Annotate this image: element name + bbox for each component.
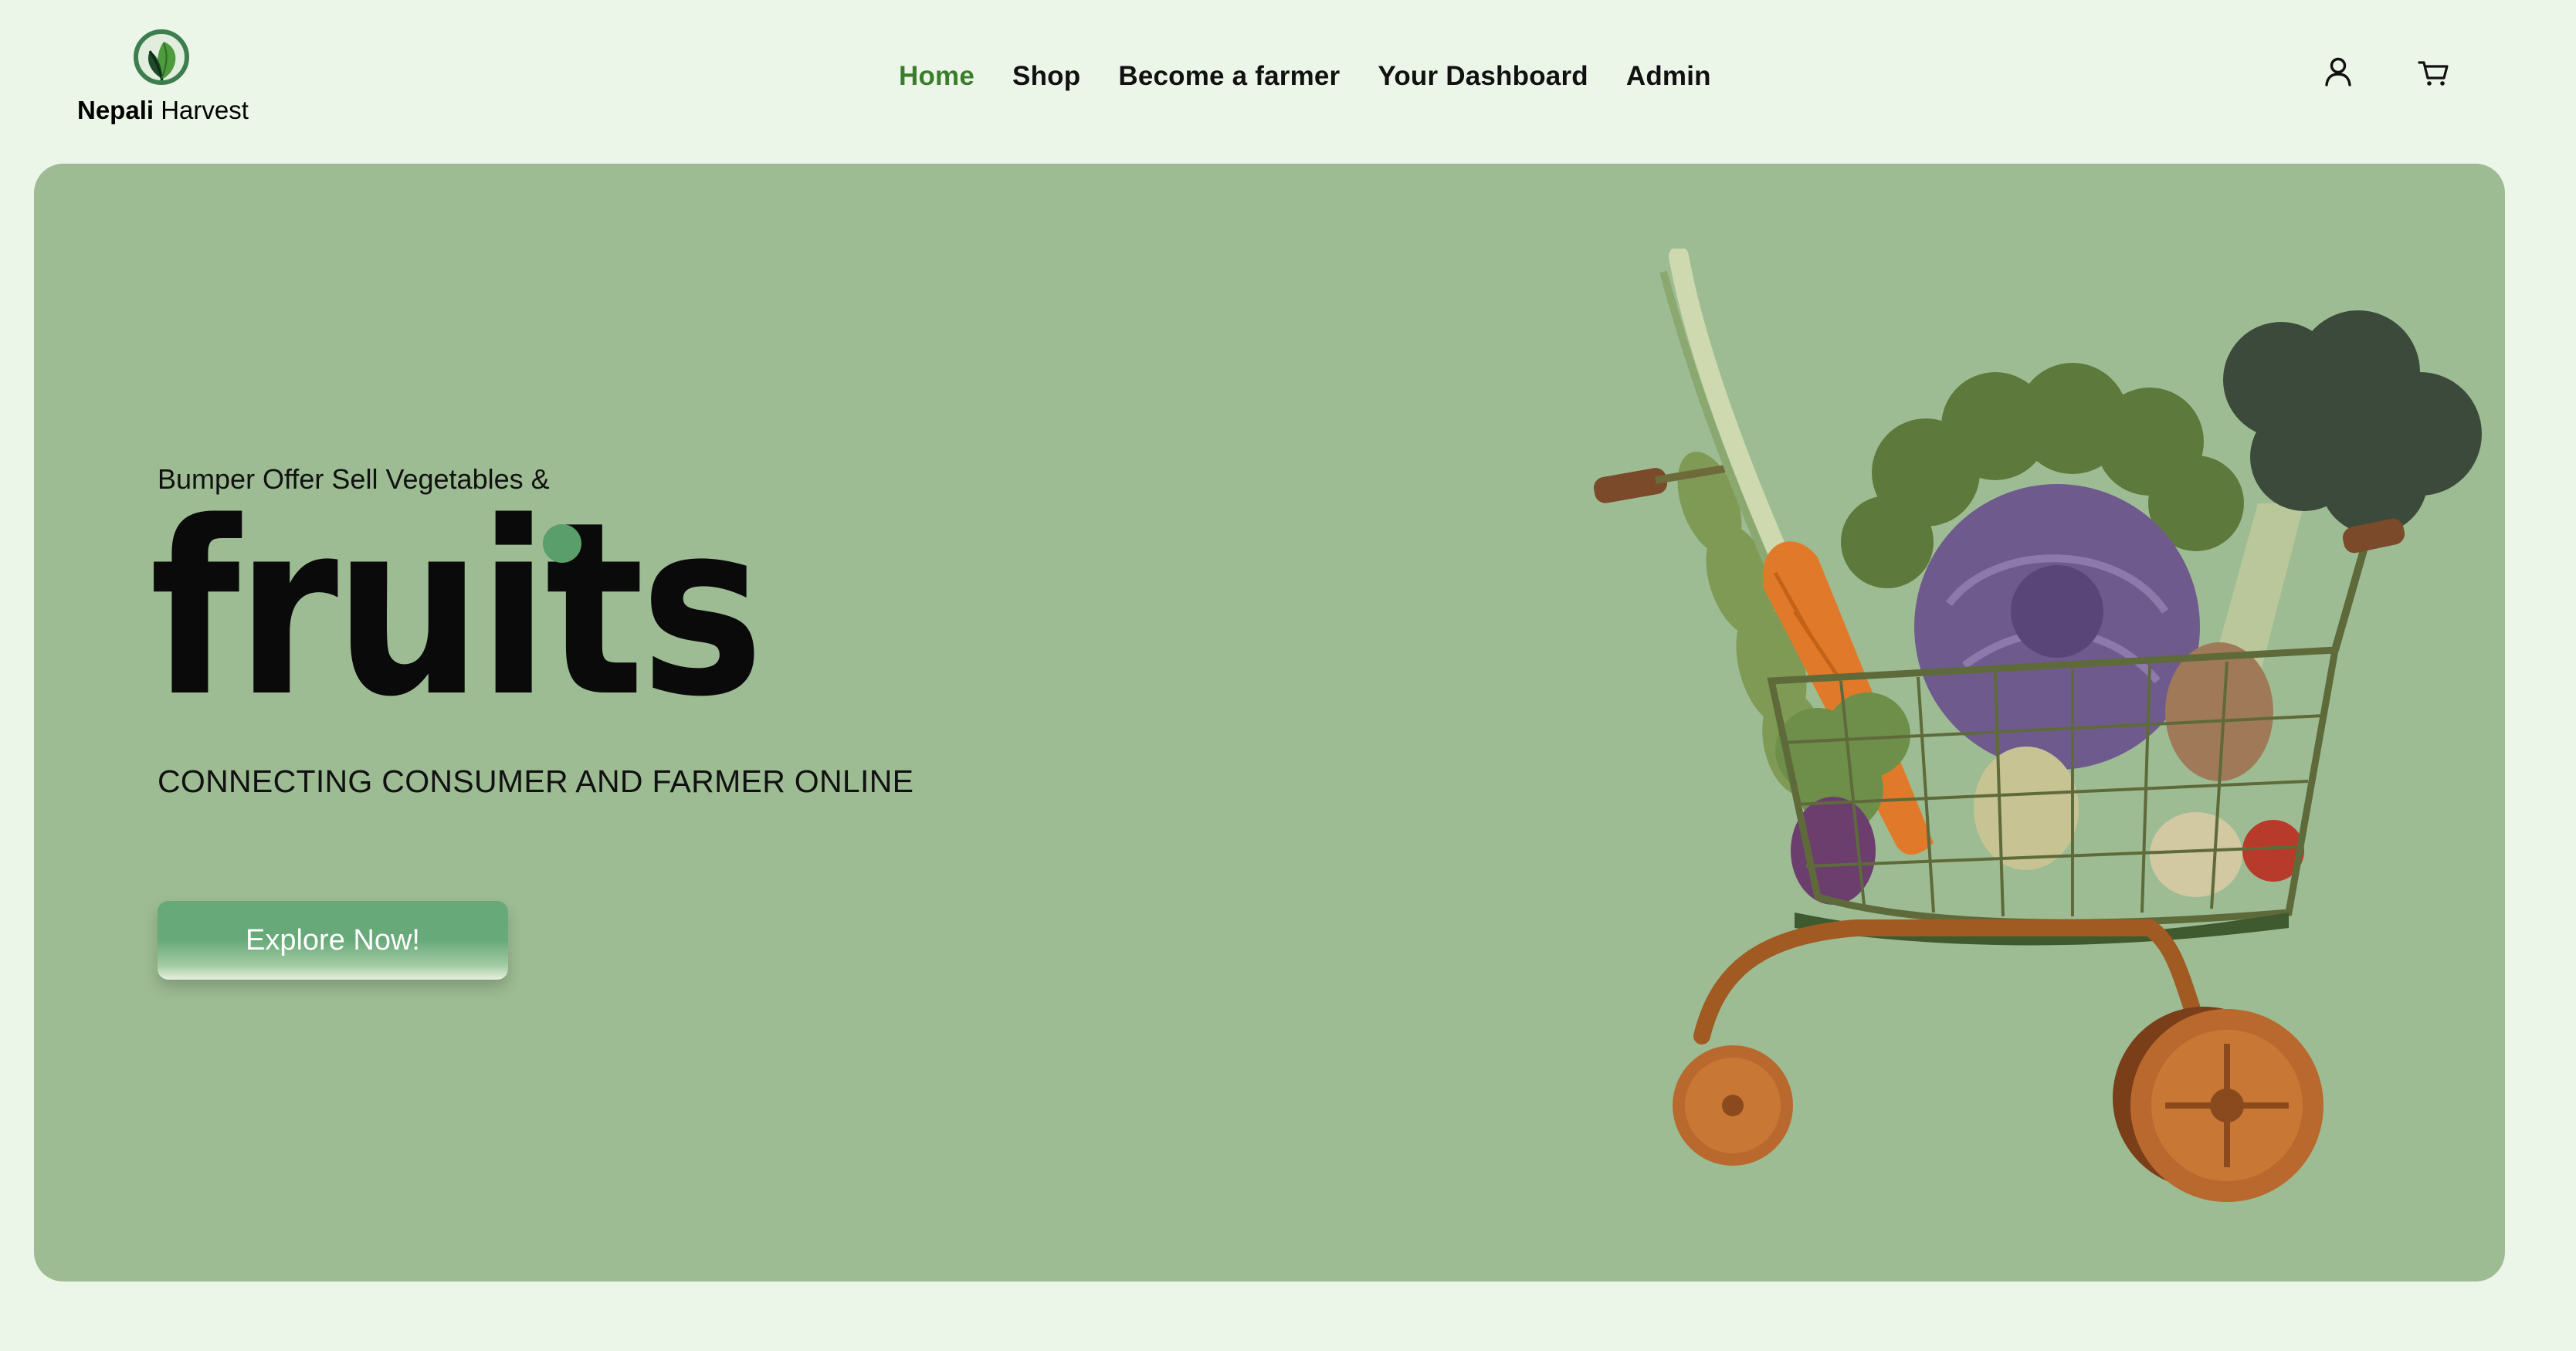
main-nav: Home Shop Become a farmer Your Dashboard… <box>899 57 1711 96</box>
account-button[interactable] <box>2320 54 2357 91</box>
user-icon <box>2325 57 2351 86</box>
cart-button[interactable] <box>2415 54 2452 91</box>
svg-text:fruits: fruits <box>150 503 760 735</box>
brand-name-bold: Nepali <box>77 96 154 124</box>
brand-name: Nepali Harvest <box>77 96 249 125</box>
vegetable-cart-image <box>1593 249 2482 1202</box>
shopping-cart-icon <box>2418 61 2449 86</box>
hero-tagline: CONNECTING CONSUMER AND FARMER ONLINE <box>158 764 914 799</box>
nav-become-a-farmer[interactable]: Become a farmer <box>1118 61 1340 92</box>
nav-shop[interactable]: Shop <box>1012 61 1080 92</box>
nav-home[interactable]: Home <box>899 61 974 92</box>
nav-admin[interactable]: Admin <box>1626 61 1711 92</box>
brand-name-rest: Harvest <box>154 96 249 124</box>
leaf-logo-icon <box>134 29 189 85</box>
explore-now-button[interactable]: Explore Now! <box>158 901 508 980</box>
headline-dot <box>543 524 581 563</box>
brand-logo[interactable]: Nepali Harvest <box>77 28 249 128</box>
hero-eyebrow: Bumper Offer Sell Vegetables & <box>158 463 550 495</box>
hero-banner: Bumper Offer Sell Vegetables & fruits CO… <box>34 164 2505 1282</box>
hero-headline: fruits <box>150 503 764 735</box>
nav-your-dashboard[interactable]: Your Dashboard <box>1378 61 1588 92</box>
site-header: Nepali Harvest Home Shop Become a farmer… <box>0 0 2576 164</box>
